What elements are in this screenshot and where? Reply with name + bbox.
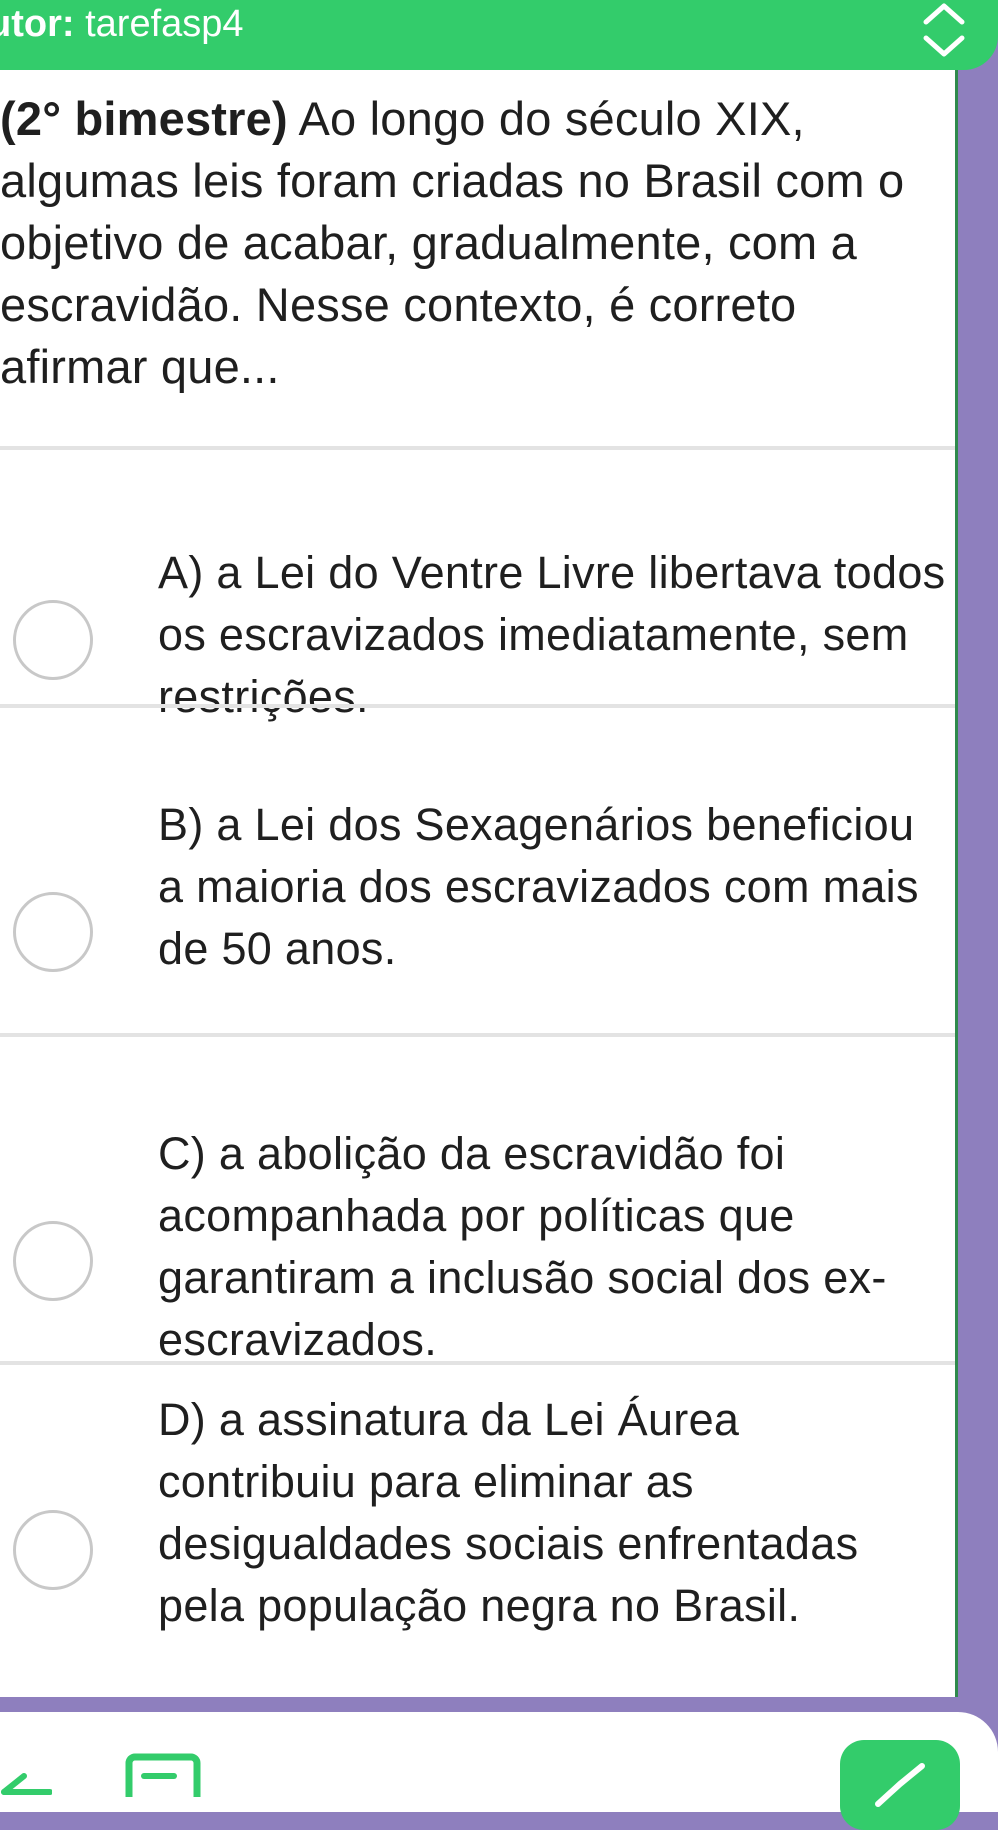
option-c[interactable]: C) a abolição da escravidão foi acompanh… xyxy=(0,1037,955,1365)
confirm-button[interactable] xyxy=(840,1740,960,1830)
radio-button-d[interactable] xyxy=(13,1510,93,1590)
option-b[interactable]: B) a Lei dos Sexagenários beneficiou a m… xyxy=(0,708,955,1033)
option-a-text: A) a Lei do Ventre Livre libertava todos… xyxy=(158,547,946,722)
chevron-up-down-icon[interactable] xyxy=(920,2,968,58)
question-panel: (2° bimestre) Ao longo do século XIX, al… xyxy=(0,70,958,1697)
header-bar: utor: tarefasp4 xyxy=(0,0,998,70)
arrow-left-icon[interactable] xyxy=(0,1768,52,1797)
option-d[interactable]: D) a assinatura da Lei Áurea contribuiu … xyxy=(0,1365,955,1697)
radio-button-a[interactable] xyxy=(13,600,93,680)
option-c-text: C) a abolição da escravidão foi acompanh… xyxy=(158,1128,887,1365)
option-d-text: D) a assinatura da Lei Áurea contribuiu … xyxy=(158,1394,859,1631)
option-b-text: B) a Lei dos Sexagenários beneficiou a m… xyxy=(158,799,919,974)
radio-button-c[interactable] xyxy=(13,1221,93,1301)
author-value: tarefasp4 xyxy=(85,3,244,45)
question-label: (2° bimestre) xyxy=(0,92,288,145)
radio-button-b[interactable] xyxy=(13,892,93,972)
check-icon xyxy=(875,1763,925,1807)
edit-note-icon[interactable] xyxy=(124,1752,206,1797)
author-line: utor: tarefasp4 xyxy=(0,2,244,46)
author-label: utor: xyxy=(0,3,75,45)
question-statement: (2° bimestre) Ao longo do século XIX, al… xyxy=(0,88,950,398)
